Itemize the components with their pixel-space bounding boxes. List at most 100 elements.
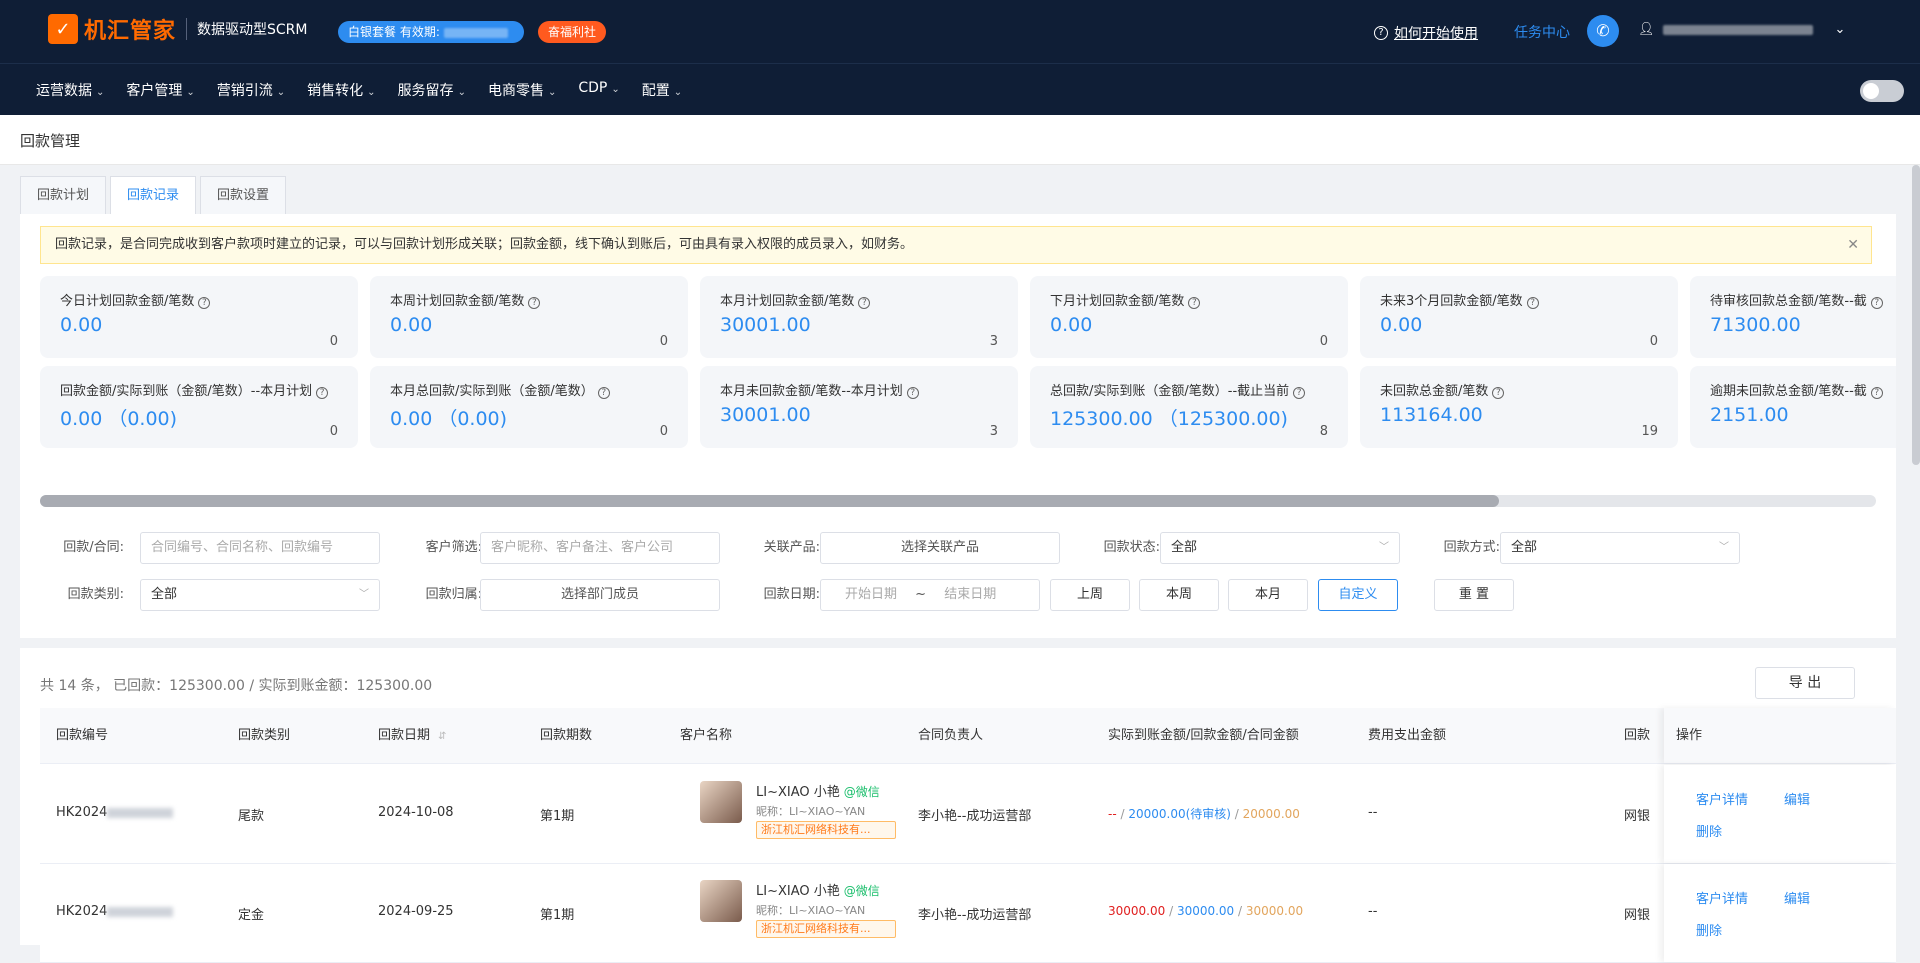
col-customer: 客户名称 [680, 728, 733, 743]
tab-payment-plan[interactable]: 回款计划 [20, 176, 107, 214]
stat-label: 回款金额/实际到账（金额/笔数）--本月计划? [60, 380, 329, 399]
question-icon[interactable]: ? [1492, 387, 1505, 399]
method-select[interactable]: 全部 ﹀ [1500, 532, 1740, 564]
payment-amount: 20000.00(待审核) [1128, 807, 1231, 821]
status-label: 回款状态: [1103, 540, 1160, 555]
question-icon[interactable]: ? [198, 297, 211, 309]
stat-value: 71300.00 [1710, 314, 1801, 336]
col-period: 回款期数 [540, 728, 593, 743]
stat-count: 3 [989, 424, 998, 439]
page-title: 回款管理 [20, 132, 81, 150]
date-range-picker[interactable]: 开始日期 ~ 结束日期 [820, 579, 1040, 611]
question-icon[interactable]: ? [1293, 387, 1306, 399]
select-product-button[interactable]: 选择关联产品 [820, 532, 1060, 564]
stat-card: 总回款/实际到账（金额/笔数）--截止当前? 125300.00 （125300.… [1030, 366, 1348, 448]
stat-count: 0 [1649, 334, 1658, 349]
this-week-button[interactable]: 本周 [1139, 579, 1219, 611]
payment-contract-input[interactable]: 合同编号、合同名称、回款编号 [140, 532, 380, 564]
theme-toggle[interactable] [1860, 80, 1904, 102]
nav-item-2[interactable]: 营销引流 ⌄ [217, 80, 285, 100]
question-icon[interactable]: ? [906, 387, 919, 399]
chevron-down-icon: ⌄ [673, 87, 683, 98]
col-payment-id: 回款编号 [56, 728, 109, 743]
logo[interactable]: ✓ 机汇管家 数据驱动型SCRM [48, 13, 307, 45]
nav-item-7[interactable]: 配置 ⌄ [642, 80, 682, 100]
question-icon[interactable]: ? [597, 387, 610, 399]
stat-label: 本月未回款金额/笔数--本月计划? [720, 380, 919, 399]
chevron-down-icon: ﹀ [1719, 542, 1729, 553]
last-week-button[interactable]: 上周 [1050, 579, 1130, 611]
type-select[interactable]: 全部 ﹀ [140, 579, 380, 611]
status-select[interactable]: 全部 ﹀ [1160, 532, 1400, 564]
nav-item-4[interactable]: 服务留存 ⌄ [398, 80, 466, 100]
customer-filter-input[interactable]: 客户昵称、客户备注、客户公司 [480, 532, 720, 564]
col-payment-date[interactable]: 回款日期 ⇵ [378, 708, 447, 765]
status-value: 全部 [1171, 540, 1198, 555]
package-badge[interactable]: 白银套餐 有效期: [338, 21, 524, 43]
expense-amount: -- [1368, 805, 1378, 820]
phone-icon[interactable]: ✆ [1587, 15, 1619, 47]
help-link[interactable]: ? 如何开始使用 [1374, 23, 1478, 43]
customer-name[interactable]: LI~XIAO 小艳 @微信 [756, 880, 880, 899]
horizontal-scrollbar[interactable] [40, 495, 1876, 507]
stats-panel: 今日计划回款金额/笔数? 0.00 0 本周计划回款金额/笔数? 0.00 0 本月计划回款… [40, 276, 1896, 452]
stat-card: 未来3个月回款金额/笔数? 0.00 0 [1360, 276, 1678, 358]
avatar[interactable] [700, 880, 742, 922]
close-icon[interactable]: ✕ [1847, 227, 1859, 263]
nav-item-3[interactable]: 销售转化 ⌄ [307, 80, 375, 100]
vertical-scrollbar[interactable] [1912, 165, 1920, 465]
payment-method: 网银 [1624, 908, 1651, 923]
logo-divider [186, 18, 188, 40]
table-row[interactable]: HK2024 尾款 2024-10-08 第1期 LI~XIAO 小艳 @微信 昵称：LI~… [40, 765, 1896, 864]
tab-payment-records[interactable]: 回款记录 [110, 176, 197, 215]
scrollbar-thumb[interactable] [40, 495, 1499, 507]
stat-count: 8 [1319, 424, 1328, 439]
avatar[interactable] [700, 781, 742, 823]
reset-button[interactable]: 重 置 [1434, 579, 1514, 611]
stat-value: 0.00 [390, 314, 433, 336]
table-header: 回款编号 回款类别 回款日期 ⇵ 回款期数 客户名称 合同负责人 实际到账金额/… [40, 708, 1896, 764]
question-icon[interactable]: ? [858, 297, 871, 309]
user-menu[interactable]: 👤︎ ⌄ [1638, 22, 1845, 37]
payment-id: HK2024 [56, 805, 174, 820]
customer-name[interactable]: LI~XIAO 小艳 @微信 [756, 781, 880, 800]
contract-amount: 30000.00 [1245, 904, 1304, 918]
task-center-link[interactable]: 任务中心 [1514, 22, 1570, 42]
date-start: 开始日期 [845, 587, 898, 602]
question-icon[interactable]: ? [1870, 387, 1883, 399]
ops-header-cell: 操作 [1664, 708, 1896, 763]
stat-card: 本月未回款金额/笔数--本月计划? 30001.00 3 [700, 366, 1018, 448]
custom-date-button[interactable]: 自定义 [1318, 579, 1398, 611]
question-icon[interactable]: ? [1526, 297, 1539, 309]
customer-nickname: 昵称：LI~XIAO~YAN [756, 904, 866, 917]
question-icon[interactable]: ? [1188, 297, 1201, 309]
records-card: 回款记录，是合同完成收到客户款项时建立的记录，可以与回款计划形成关联；回款金额，… [20, 214, 1896, 638]
expense-amount: -- [1368, 904, 1378, 919]
tab-payment-settings[interactable]: 回款设置 [200, 176, 287, 214]
customer-detail-link[interactable]: 客户详情 [1696, 888, 1748, 907]
question-icon[interactable]: ? [316, 387, 329, 399]
nav-item-5[interactable]: 电商零售 ⌄ [488, 80, 556, 100]
welfare-badge[interactable]: 奋福利社 [538, 21, 607, 43]
nav-item-1[interactable]: 客户管理 ⌄ [126, 80, 194, 100]
edit-link[interactable]: 编辑 [1784, 888, 1810, 907]
table-row[interactable]: HK2024 定金 2024-09-25 第1期 LI~XIAO 小艳 @微信 昵称：LI~… [40, 864, 1896, 963]
sort-icon[interactable]: ⇵ [438, 731, 446, 742]
select-owner-button[interactable]: 选择部门成员 [480, 579, 720, 611]
export-button[interactable]: 导 出 [1755, 667, 1855, 699]
stat-card: 回款金额/实际到账（金额/笔数）--本月计划? 0.00 （0.00) 0 [40, 366, 358, 448]
stat-label-text: 本月总回款/实际到账（金额/笔数） [390, 384, 594, 399]
nav-item-0[interactable]: 运营数据 ⌄ [36, 80, 104, 100]
ops-cell: 客户详情 编辑删除 [1664, 864, 1896, 962]
question-icon[interactable]: ? [1870, 297, 1883, 309]
delete-link[interactable]: 删除 [1696, 821, 1722, 840]
nav-item-6[interactable]: CDP ⌄ [578, 80, 619, 100]
question-icon[interactable]: ? [528, 297, 541, 309]
this-month-button[interactable]: 本月 [1228, 579, 1308, 611]
delete-link[interactable]: 删除 [1696, 920, 1722, 939]
edit-link[interactable]: 编辑 [1784, 789, 1810, 808]
actual-amount: -- [1108, 807, 1117, 821]
chevron-down-icon: ⌄ [611, 84, 620, 95]
customer-detail-link[interactable]: 客户详情 [1696, 789, 1748, 808]
col-owner: 合同负责人 [918, 728, 984, 743]
